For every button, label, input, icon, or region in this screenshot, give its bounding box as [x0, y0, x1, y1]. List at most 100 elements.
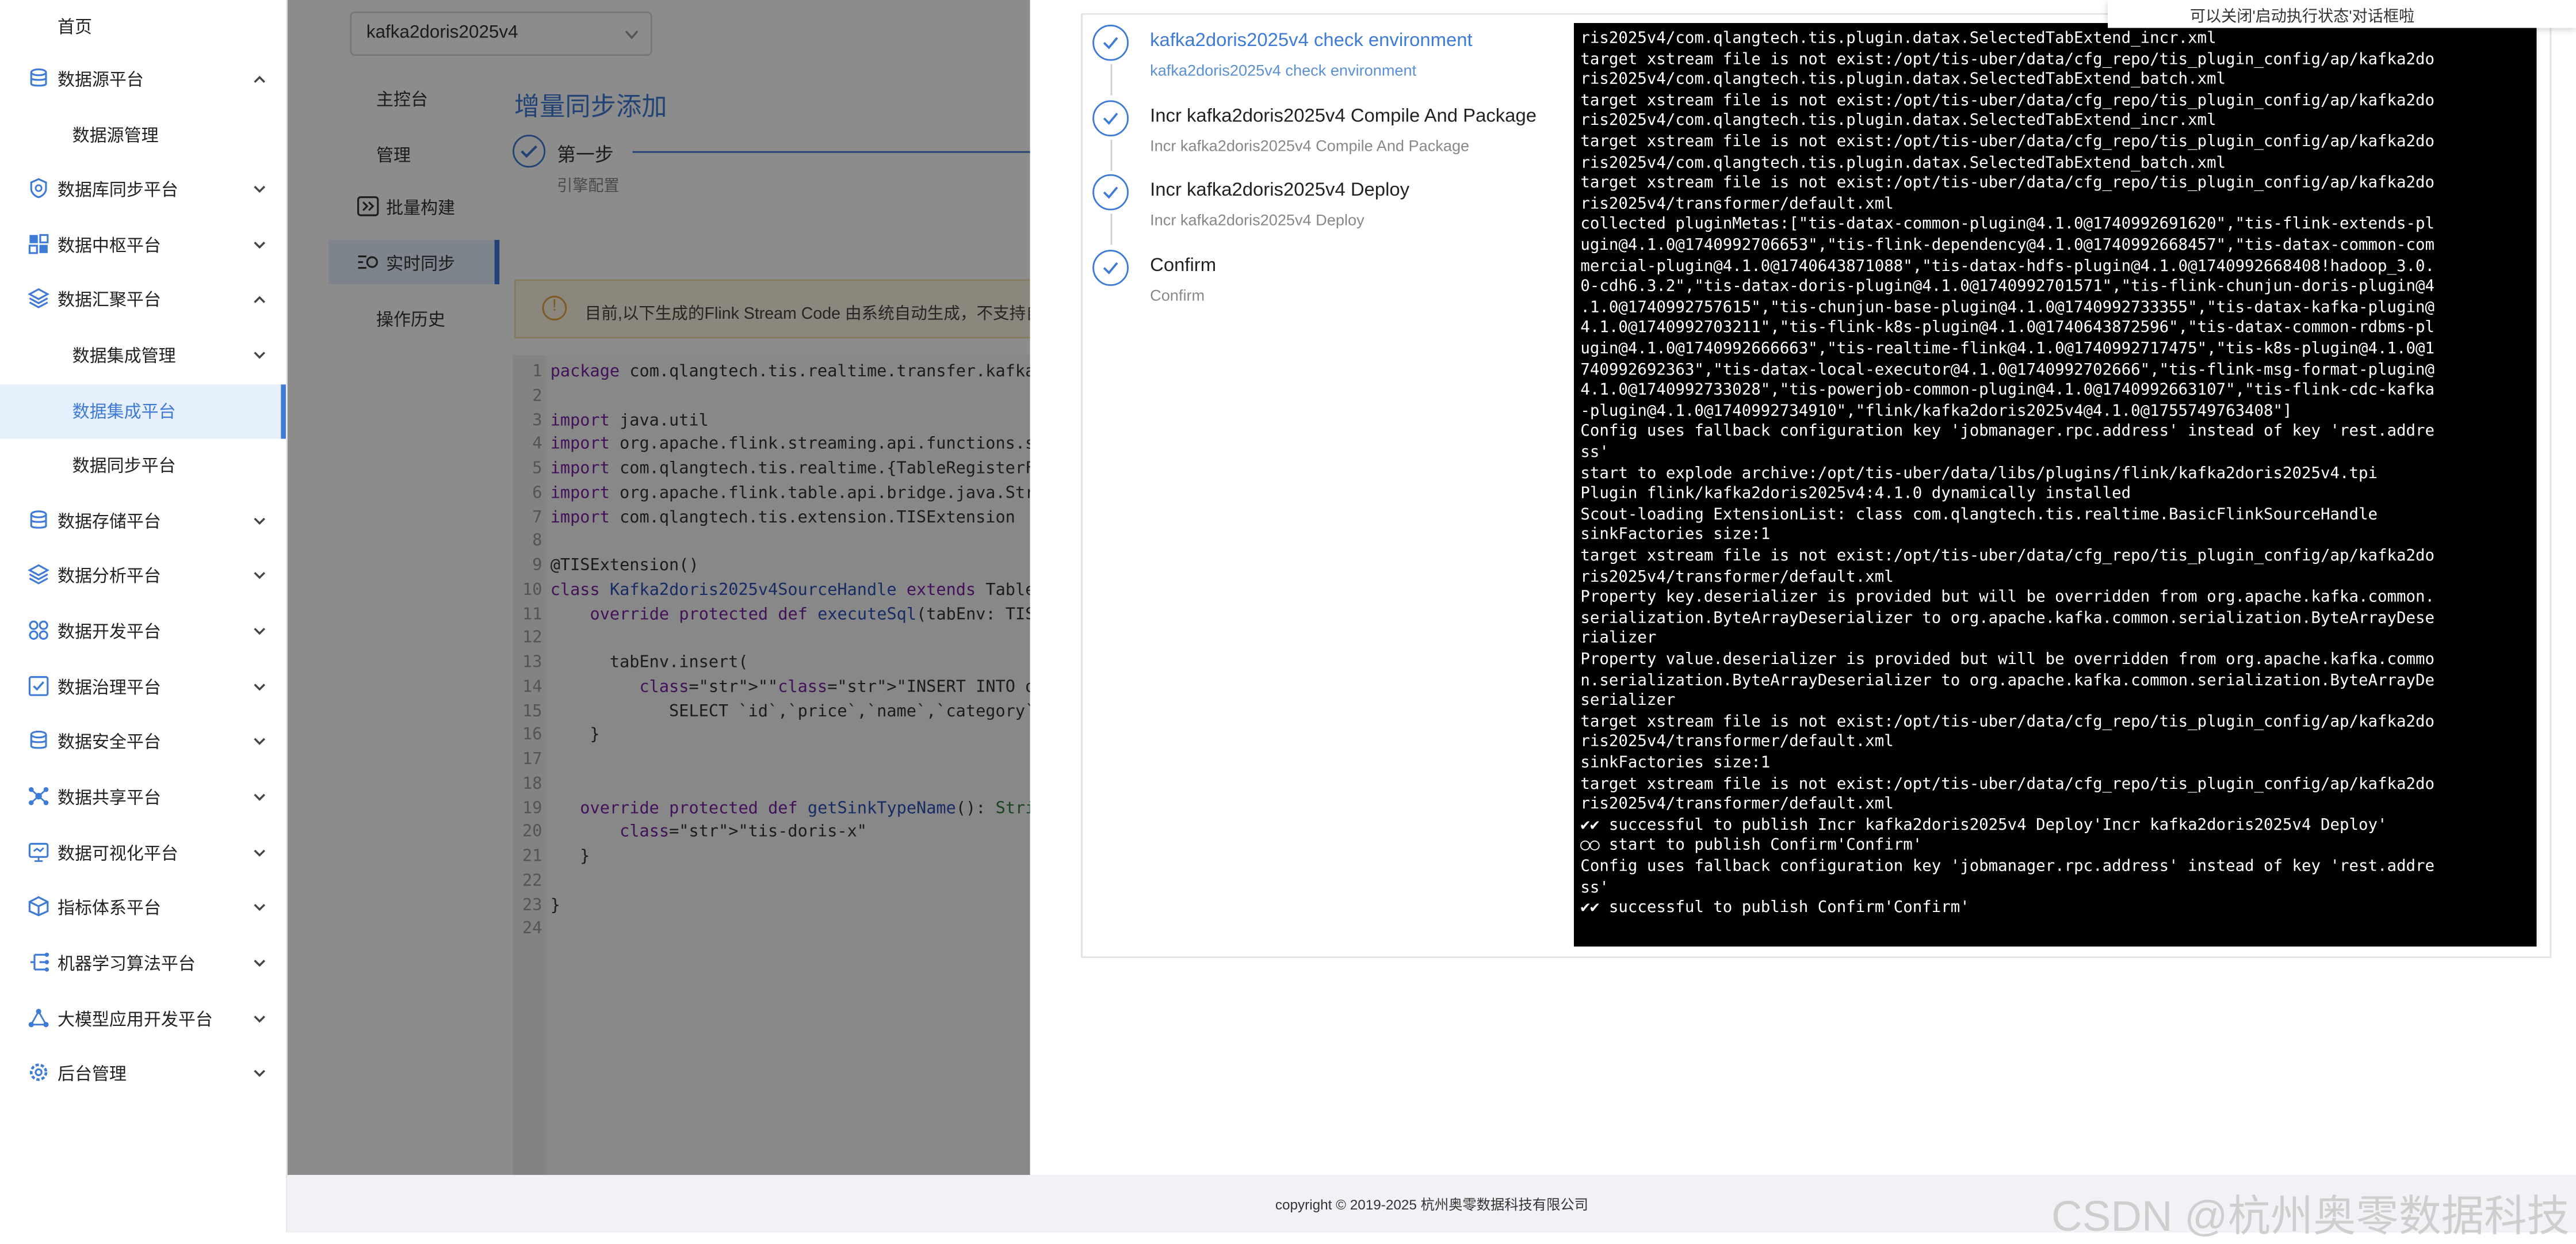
close-hint-text: 可以关闭'启动执行状态'对话框啦 — [2189, 8, 2415, 26]
check-circle-icon — [1092, 24, 1129, 61]
log-line: ugin@4.1.0@1740992666663","tis-realtime-… — [1580, 340, 2434, 358]
sidebar-item[interactable]: 指标体系平台 — [0, 881, 286, 935]
chevron-down-icon — [254, 242, 266, 249]
step-title: kafka2doris2025v4 check environment — [1150, 31, 1473, 51]
sidebar-item[interactable]: 数据存储平台 — [0, 495, 286, 549]
sidebar-item[interactable]: 机器学习算法平台 — [0, 937, 286, 991]
sidebar-item-label: 数据汇聚平台 — [57, 291, 161, 311]
app-root: 首页数据源平台数据源管理数据库同步平台数据中枢平台数据汇聚平台数据集成管理数据集… — [0, 0, 2576, 1241]
log-line: ris2025v4/com.qlangtech.tis.plugin.datax… — [1580, 112, 2216, 131]
log-line: target xstream file is not exist:/opt/ti… — [1580, 133, 2434, 151]
sidebar-item-label: 指标体系平台 — [57, 899, 161, 919]
log-line: Property key.deserializer is provided bu… — [1580, 588, 2434, 607]
check-circle-icon — [1092, 174, 1129, 211]
sidebar-item[interactable]: 数据开发平台 — [0, 605, 286, 659]
log-line: rializer — [1580, 629, 1657, 648]
log-line: target xstream file is not exist:/opt/ti… — [1580, 174, 2434, 193]
sidebar-item-label: 数据库同步平台 — [57, 181, 178, 201]
chevron-down-icon — [254, 628, 266, 635]
sidebar-item-label: 数据分析平台 — [57, 567, 161, 587]
log-line: ✔✔ successful to publish Confirm'Confirm… — [1580, 899, 1970, 918]
check-circle-icon — [1092, 99, 1129, 136]
log-line: ugin@4.1.0@1740992706653","tis-flink-dep… — [1580, 236, 2434, 255]
apps-icon — [28, 620, 49, 641]
log-terminal[interactable]: ris2025v4/com.qlangtech.tis.plugin.datax… — [1573, 22, 2537, 947]
step-title: Incr kafka2doris2025v4 Deploy — [1150, 181, 1410, 201]
log-line: 0-cdh6.3.2","tis-datax-doris-plugin@4.1.… — [1580, 278, 2434, 296]
step-description: Confirm — [1150, 287, 1205, 305]
chevron-up-icon — [254, 296, 266, 303]
sidebar-item-label: 数据安全平台 — [57, 732, 161, 753]
step-title: Incr kafka2doris2025v4 Compile And Packa… — [1150, 106, 1537, 126]
settings-icon — [28, 1062, 49, 1083]
sidebar-item-label: 数据存储平台 — [57, 513, 161, 533]
sidebar-item-label: 数据源管理 — [72, 126, 159, 147]
sidebar-item-label: 数据集成平台 — [72, 402, 176, 422]
log-line: collected pluginMetas:["tis-datax-common… — [1580, 216, 2434, 234]
modal-overlay[interactable] — [287, 0, 1030, 1175]
sidebar-item-label: 数据同步平台 — [72, 456, 176, 477]
sidebar-item[interactable]: 数据中枢平台 — [0, 219, 286, 273]
sidebar-item-label: 首页 — [57, 18, 92, 38]
log-line: ss' — [1580, 878, 1609, 897]
log-line: target xstream file is not exist:/opt/ti… — [1580, 774, 2434, 793]
step-description: Incr kafka2doris2025v4 Compile And Packa… — [1150, 137, 1470, 155]
sidebar-item[interactable]: 首页 — [0, 0, 286, 54]
log-line: ris2025v4/transformer/default.xml — [1580, 567, 1894, 586]
log-line: sinkFactories size:1 — [1580, 754, 1771, 773]
sidebar-item[interactable]: 大模型应用开发平台 — [0, 993, 286, 1047]
sidebar-item[interactable]: 数据源平台 — [0, 52, 286, 106]
log-line: Config uses fallback configuration key '… — [1580, 857, 2434, 876]
sidebar: 首页数据源平台数据源管理数据库同步平台数据中枢平台数据汇聚平台数据集成管理数据集… — [0, 0, 288, 1232]
sidebar-item[interactable]: 数据安全平台 — [0, 715, 286, 769]
layers-icon — [28, 564, 49, 585]
database-icon — [28, 509, 49, 531]
execution-step: kafka2doris2025v4 check environment kafka… — [1092, 24, 1561, 96]
sidebar-item[interactable]: 数据集成平台 — [0, 384, 286, 439]
sidebar-item-label: 数据共享平台 — [57, 788, 161, 809]
log-line: serialization.ByteArrayDeserializer to o… — [1580, 609, 2434, 628]
log-line: target xstream file is not exist:/opt/ti… — [1580, 547, 2434, 566]
log-line: ✔✔ successful to publish Incr kafka2dori… — [1580, 816, 2387, 835]
watermark: CSDN @杭州奥零数据科技 — [2051, 1191, 2570, 1241]
chevron-down-icon — [254, 1070, 266, 1077]
grid-icon — [28, 234, 49, 255]
sidebar-item-label: 数据开发平台 — [57, 623, 161, 643]
chevron-down-icon — [254, 903, 266, 911]
chevron-down-icon — [254, 738, 266, 745]
sidebar-item[interactable]: 数据治理平台 — [0, 661, 286, 715]
log-line: Plugin flink/kafka2doris2025v4:4.1.0 dyn… — [1580, 485, 2131, 503]
log-line: ris2025v4/com.qlangtech.tis.plugin.datax… — [1580, 154, 2226, 172]
log-line: ris2025v4/com.qlangtech.tis.plugin.datax… — [1580, 71, 2226, 89]
log-line: n.serialization.ByteArrayDeserializer to… — [1580, 671, 2434, 690]
layers-icon — [28, 288, 49, 309]
sync-shield-icon — [28, 177, 49, 199]
monitor-icon — [28, 841, 49, 863]
checklist-icon — [28, 676, 49, 697]
log-line: .1.0@1740992757615","tis-chunjun-base-pl… — [1580, 299, 2434, 317]
sidebar-item[interactable]: 数据可视化平台 — [0, 827, 286, 881]
log-line: Config uses fallback configuration key '… — [1580, 423, 2434, 441]
step-connector — [1110, 213, 1112, 245]
close-hint-popover: 可以关闭'启动执行状态'对话框啦 — [2108, 0, 2576, 28]
sidebar-item[interactable]: 后台管理 — [0, 1047, 286, 1101]
log-line: ◯◯ start to publish Confirm'Confirm' — [1580, 837, 1923, 856]
chevron-down-icon — [254, 849, 266, 857]
sidebar-item[interactable]: 数据共享平台 — [0, 770, 286, 825]
sidebar-item[interactable]: 数据同步平台 — [0, 439, 286, 493]
sidebar-item[interactable]: 数据集成管理 — [0, 329, 286, 383]
chevron-down-icon — [254, 517, 266, 525]
database-icon — [28, 730, 49, 751]
share-icon — [28, 785, 49, 807]
sidebar-item[interactable]: 数据汇聚平台 — [0, 273, 286, 327]
log-line: 4.1.0@1740992733028","tis-powerjob-commo… — [1580, 381, 2434, 400]
step-description: kafka2doris2025v4 check environment — [1150, 62, 1417, 81]
sidebar-item[interactable]: 数据分析平台 — [0, 549, 286, 603]
step-description: Incr kafka2doris2025v4 Deploy — [1150, 212, 1365, 230]
chevron-down-icon — [254, 352, 266, 359]
step-connector — [1110, 139, 1112, 170]
sidebar-item[interactable]: 数据源管理 — [0, 108, 286, 162]
log-line: -plugin@4.1.0@1740992734910","flink/kafk… — [1580, 402, 2292, 421]
chevron-down-icon — [254, 793, 266, 801]
sidebar-item[interactable]: 数据库同步平台 — [0, 163, 286, 217]
